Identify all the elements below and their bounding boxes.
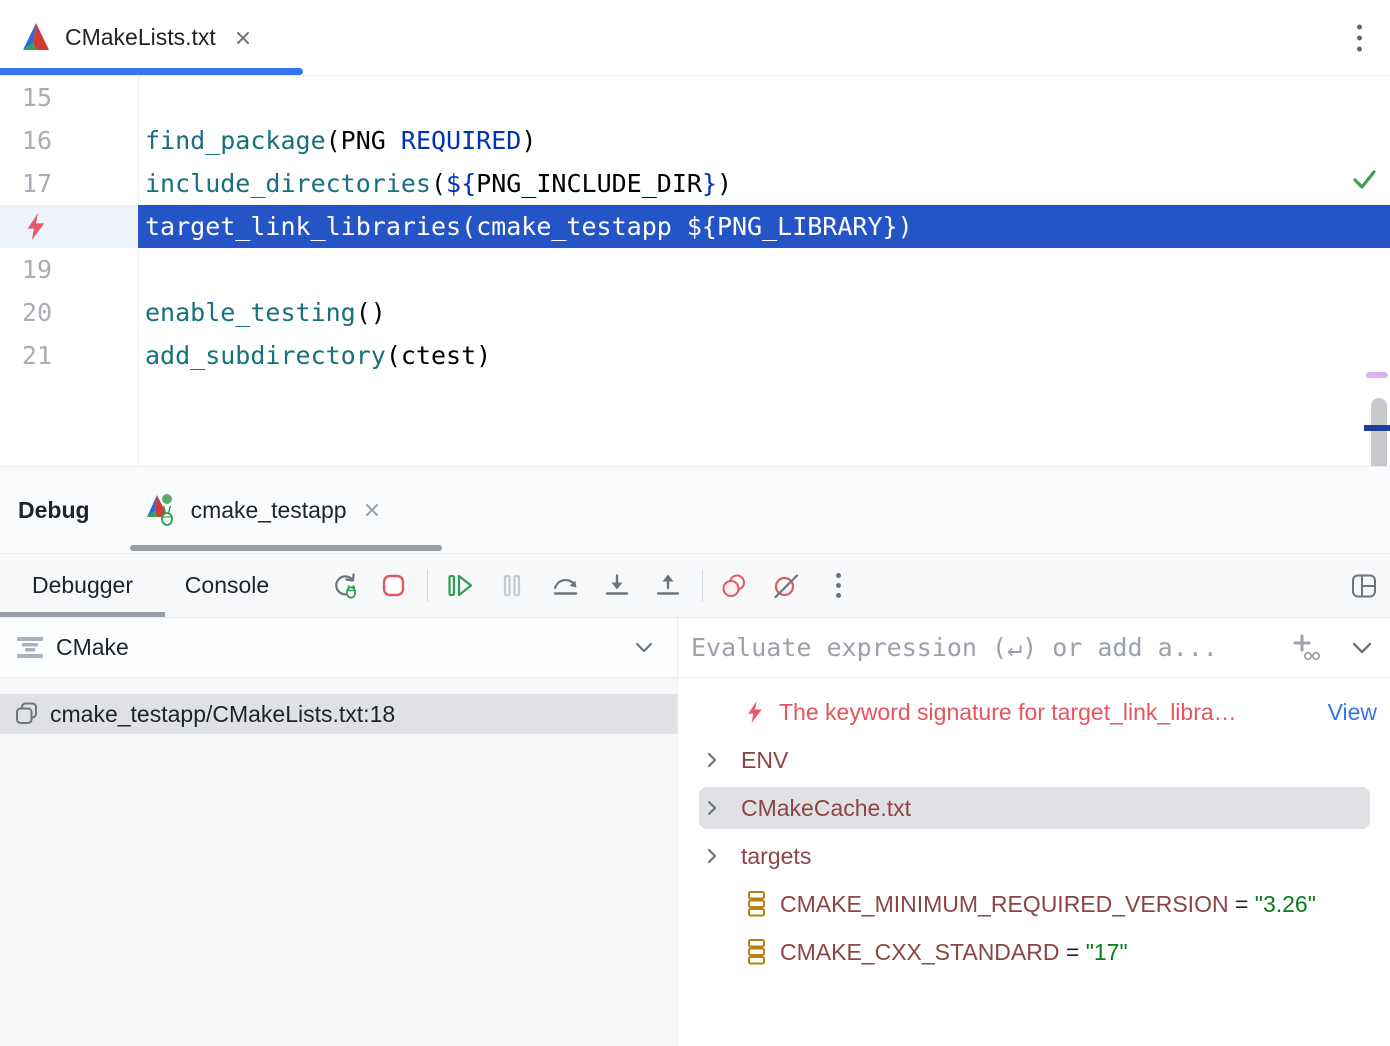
code-text[interactable]: enable_testing() (138, 291, 1390, 334)
toolbar-more-icon[interactable] (824, 572, 852, 600)
toolbar-separator (702, 570, 703, 602)
step-over-icon[interactable] (551, 572, 579, 600)
equals-sign: = (1235, 891, 1255, 918)
step-out-icon[interactable] (654, 572, 682, 600)
tree-group-targets[interactable]: targets (678, 832, 1390, 880)
evaluate-expression-field[interactable]: Evaluate expression (↵) or add a... (678, 618, 1390, 678)
chevron-right-icon[interactable] (706, 847, 720, 865)
pause-icon[interactable] (498, 572, 526, 600)
tree-group-cmakecache-txt[interactable]: CMakeCache.txt (678, 784, 1390, 832)
error-stripe-mark[interactable] (1366, 372, 1388, 378)
close-session-icon[interactable] (363, 501, 381, 519)
line-number[interactable]: 20 (0, 291, 138, 334)
chevron-down-icon[interactable] (1352, 642, 1372, 654)
code-line[interactable]: 15 (0, 76, 1390, 119)
view-breakpoints-icon[interactable] (720, 572, 748, 600)
line-number[interactable]: 19 (0, 248, 138, 291)
inspections-ok-icon[interactable] (1351, 168, 1378, 192)
editor-tab-bar: CMakeLists.txt (0, 0, 1390, 76)
thread-selector-label: CMake (56, 634, 129, 661)
frames-panel: CMake cmake_testapp/CMakeLists.txt:18 (0, 618, 678, 1046)
debugger-toolbar: Debugger Console (0, 554, 1390, 618)
code-line[interactable]: 21add_subdirectory(ctest) (0, 334, 1390, 377)
variable-name: CMAKE_MINIMUM_REQUIRED_VERSION (780, 891, 1235, 918)
tab-session-cmake-testapp[interactable]: cmake_testapp (143, 467, 381, 553)
breakpoint-warning-row[interactable]: The keyword signature for target_link_li… (678, 688, 1390, 736)
debug-window-title: Debug (18, 497, 90, 524)
code-editor[interactable]: 1516find_package(PNG REQUIRED)17include_… (0, 76, 1390, 466)
line-number[interactable]: 16 (0, 119, 138, 162)
tree-group-label: CMakeCache.txt (741, 795, 911, 822)
tree-variable-row[interactable]: CMAKE_CXX_STANDARD = "17" (678, 928, 1390, 976)
scrollbar-thumb[interactable] (1371, 398, 1387, 466)
tree-group-label: targets (741, 843, 811, 870)
thread-selector[interactable]: CMake (0, 618, 677, 678)
mute-breakpoints-icon[interactable] (772, 572, 800, 600)
cmake-debug-icon (143, 492, 181, 528)
tab-debugger[interactable]: Debugger (0, 554, 165, 617)
tab-cmakelists[interactable]: CMakeLists.txt (0, 0, 270, 75)
variables-panel: Evaluate expression (↵) or add a... (678, 618, 1390, 1046)
tree-group-env[interactable]: ENV (678, 736, 1390, 784)
variable-value: "17" (1086, 939, 1128, 966)
rerun-debug-icon[interactable] (331, 572, 359, 600)
debug-header: Debug cmake_testapp (0, 467, 1390, 554)
line-number[interactable]: 21 (0, 334, 138, 377)
step-into-icon[interactable] (603, 572, 631, 600)
line-number[interactable]: 15 (0, 76, 138, 119)
tree-variable-row[interactable]: CMAKE_MINIMUM_REQUIRED_VERSION = "3.26" (678, 880, 1390, 928)
evaluate-placeholder: Evaluate expression (↵) or add a... (691, 633, 1292, 662)
variable-icon (747, 938, 767, 966)
breakpoint-icon[interactable] (0, 205, 138, 248)
tab-title: CMakeLists.txt (65, 24, 216, 51)
tab-console[interactable]: Console (165, 554, 289, 617)
code-line[interactable]: 20enable_testing() (0, 291, 1390, 334)
code-line[interactable]: 16find_package(PNG REQUIRED) (0, 119, 1390, 162)
code-text[interactable]: find_package(PNG REQUIRED) (138, 119, 1390, 162)
code-text[interactable] (138, 248, 1390, 291)
active-tab-underline (0, 68, 303, 75)
threads-icon (16, 635, 44, 661)
session-tab-underline (130, 545, 442, 551)
code-text[interactable]: add_subdirectory(ctest) (138, 334, 1390, 377)
variable-icon (747, 890, 767, 918)
more-options-icon[interactable] (1353, 20, 1366, 55)
warning-bolt-icon (747, 701, 763, 723)
current-line-stripe-mark[interactable] (1364, 425, 1390, 431)
cmake-icon (20, 22, 52, 54)
clion-window: CMakeLists.txt 1516find_package(PNG REQU… (0, 0, 1390, 1046)
debugger-body: CMake cmake_testapp/CMakeLists.txt:18 (0, 618, 1390, 1046)
variable-value: "3.26" (1255, 891, 1316, 918)
code-line[interactable]: 17include_directories(${PNG_INCLUDE_DIR}… (0, 162, 1390, 205)
variables-tree: The keyword signature for target_link_li… (678, 678, 1390, 976)
stack-frame-label: cmake_testapp/CMakeLists.txt:18 (50, 701, 395, 728)
code-text[interactable] (138, 76, 1390, 119)
variable-name: CMAKE_CXX_STANDARD (780, 939, 1066, 966)
add-watch-icon[interactable] (1292, 633, 1322, 663)
code-text[interactable]: include_directories(${PNG_INCLUDE_DIR}) (138, 162, 1390, 205)
session-tab-label: cmake_testapp (191, 497, 347, 524)
warning-text: The keyword signature for target_link_li… (779, 699, 1237, 726)
frame-icon (14, 701, 40, 727)
tree-group-label: ENV (741, 747, 788, 774)
layout-settings-icon[interactable] (1350, 572, 1378, 600)
stop-icon[interactable] (380, 572, 408, 600)
equals-sign: = (1066, 939, 1086, 966)
code-lines: 1516find_package(PNG REQUIRED)17include_… (0, 76, 1390, 377)
toolbar-separator (427, 570, 428, 602)
line-number[interactable]: 17 (0, 162, 138, 205)
code-line[interactable]: 19 (0, 248, 1390, 291)
code-line-current[interactable]: target_link_libraries(cmake_testapp ${PN… (0, 205, 1390, 248)
stack-frame-item[interactable]: cmake_testapp/CMakeLists.txt:18 (0, 694, 677, 734)
view-link[interactable]: View (1328, 699, 1377, 726)
debug-tool-window: Debug cmake_testapp (0, 466, 1390, 1046)
chevron-right-icon[interactable] (706, 751, 720, 769)
chevron-down-icon (635, 642, 653, 653)
chevron-right-icon[interactable] (706, 799, 720, 817)
code-text[interactable]: target_link_libraries(cmake_testapp ${PN… (138, 205, 1390, 248)
close-icon[interactable] (234, 29, 252, 47)
resume-icon[interactable] (446, 572, 474, 600)
